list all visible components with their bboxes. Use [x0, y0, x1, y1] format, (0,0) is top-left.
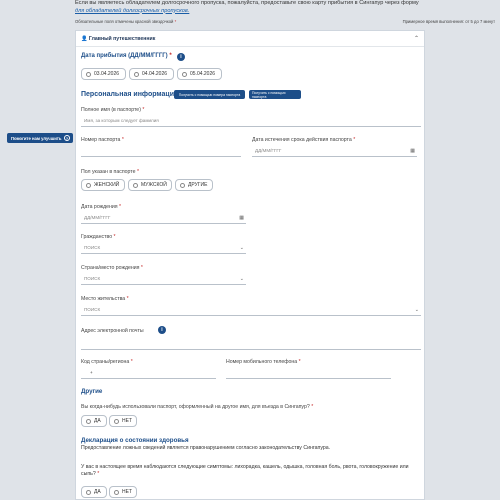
country-birth-label: Страна/место рождения *: [81, 265, 143, 271]
radio-icon: [114, 489, 119, 495]
citizenship-label: Гражданство *: [81, 234, 116, 240]
chevron-down-icon: ⌄: [239, 244, 244, 251]
country-code-label: Код страны/региона *: [81, 359, 133, 365]
citizenship-select[interactable]: ПОИСК ⌄: [81, 242, 246, 254]
dob-label: Дата рождения *: [81, 204, 122, 210]
arrival-option-2[interactable]: 04.04.2026: [129, 68, 174, 80]
fetch-passport-number-button[interactable]: Получить с помощью номера паспорта: [174, 90, 245, 99]
panel-title: Главный путешественник: [88, 35, 156, 42]
arrival-option-3[interactable]: 05.04.2026: [177, 68, 222, 80]
radio-icon: [180, 182, 185, 188]
health-option-yes[interactable]: ДА: [81, 486, 107, 498]
email-input[interactable]: [81, 338, 421, 350]
dob-input[interactable]: ДД/ММ/ГГГГ ▦: [81, 212, 246, 224]
health-section-title: Декларация о состоянии здоровья: [81, 437, 189, 444]
main-traveller-panel: 👤 Главный путешественник ⌃ Дата прибытия…: [75, 30, 425, 500]
full-name-input[interactable]: Имя, за которым следует фамилия: [81, 115, 421, 127]
health-option-no[interactable]: НЕТ: [109, 486, 137, 498]
meta-row: Обязательные поля отмечены красной звезд…: [75, 19, 495, 24]
intro-text: Если вы являетесь обладателем долгосрочн…: [75, 0, 495, 15]
passport-number-input[interactable]: [81, 145, 241, 157]
other-option-no[interactable]: НЕТ: [109, 415, 137, 427]
sex-option-female[interactable]: ЖЕНСКИЙ: [81, 179, 125, 191]
required-note: Обязательные поля отмечены красной звезд…: [75, 19, 177, 24]
arrival-option-1[interactable]: 03.04.2026: [81, 68, 126, 80]
email-label: Адрес электронной почты: [81, 328, 144, 334]
country-birth-select[interactable]: ПОИСК ⌄: [81, 273, 246, 285]
passport-expiry-input[interactable]: ДД/ММ/ГГГГ ▦: [252, 145, 417, 157]
mobile-input[interactable]: [226, 367, 391, 379]
country-code-input[interactable]: +: [81, 367, 216, 379]
help-improve-label: Помогите нам улучшить: [11, 135, 62, 141]
calendar-icon[interactable]: ▦: [239, 215, 244, 221]
chevron-down-icon: ⌄: [239, 275, 244, 282]
radio-icon: [86, 489, 91, 495]
other-section-title: Другие: [81, 388, 103, 395]
long-term-pass-link[interactable]: для обладателей долгосрочных пропусков.: [75, 8, 189, 14]
passport-expiry-label: Дата истечения срока действия паспорта *: [252, 137, 356, 143]
other-name-question: Вы когда-нибудь использовали паспорт, оф…: [81, 404, 314, 410]
radio-icon: [86, 71, 91, 77]
sex-label: Пол указан в паспорте *: [81, 169, 139, 175]
radio-icon: [133, 182, 138, 188]
full-name-label: Полное имя (в паспорте) *: [81, 107, 145, 113]
health-symptoms-question: У вас в настоящее время наблюдаются след…: [81, 464, 409, 477]
user-icon: 👤: [81, 35, 88, 42]
calendar-icon[interactable]: ▦: [410, 148, 415, 154]
chevron-down-icon: ⌄: [414, 306, 419, 313]
fetch-passport-button[interactable]: Получить с помощью паспорта: [249, 90, 301, 99]
intro-paragraph: Если вы являетесь обладателем долгосрочн…: [75, 0, 419, 6]
radio-icon: [182, 71, 187, 77]
question-icon: ?: [64, 135, 70, 141]
sex-option-male[interactable]: МУЖСКОЙ: [128, 179, 172, 191]
time-note: Примерное время выполнения: от 5 до 7 ми…: [402, 19, 495, 24]
sex-option-other[interactable]: ДРУГИЕ: [175, 179, 213, 191]
residence-label: Место жительства *: [81, 296, 129, 302]
help-improve-button[interactable]: Помогите нам улучшить ?: [7, 133, 73, 143]
panel-header[interactable]: 👤 Главный путешественник ⌃: [76, 31, 424, 47]
radio-icon: [86, 182, 91, 188]
mobile-label: Номер мобильного телефона *: [226, 359, 301, 365]
radio-icon: [114, 418, 119, 424]
arrival-date-label: Дата прибытия (ДД/ММ/ГГГГ) *: [81, 53, 172, 59]
health-warning: Предоставление ложных сведений является …: [81, 445, 331, 451]
passport-number-label: Номер паспорта *: [81, 137, 124, 143]
info-icon[interactable]: i: [158, 326, 166, 334]
chevron-up-icon[interactable]: ⌃: [414, 35, 419, 42]
info-icon[interactable]: i: [177, 53, 185, 61]
radio-icon: [86, 418, 91, 424]
radio-icon: [134, 71, 139, 77]
other-option-yes[interactable]: ДА: [81, 415, 107, 427]
residence-select[interactable]: ПОИСК ⌄: [81, 304, 421, 316]
personal-info-title: Персональная информация: [81, 91, 179, 98]
